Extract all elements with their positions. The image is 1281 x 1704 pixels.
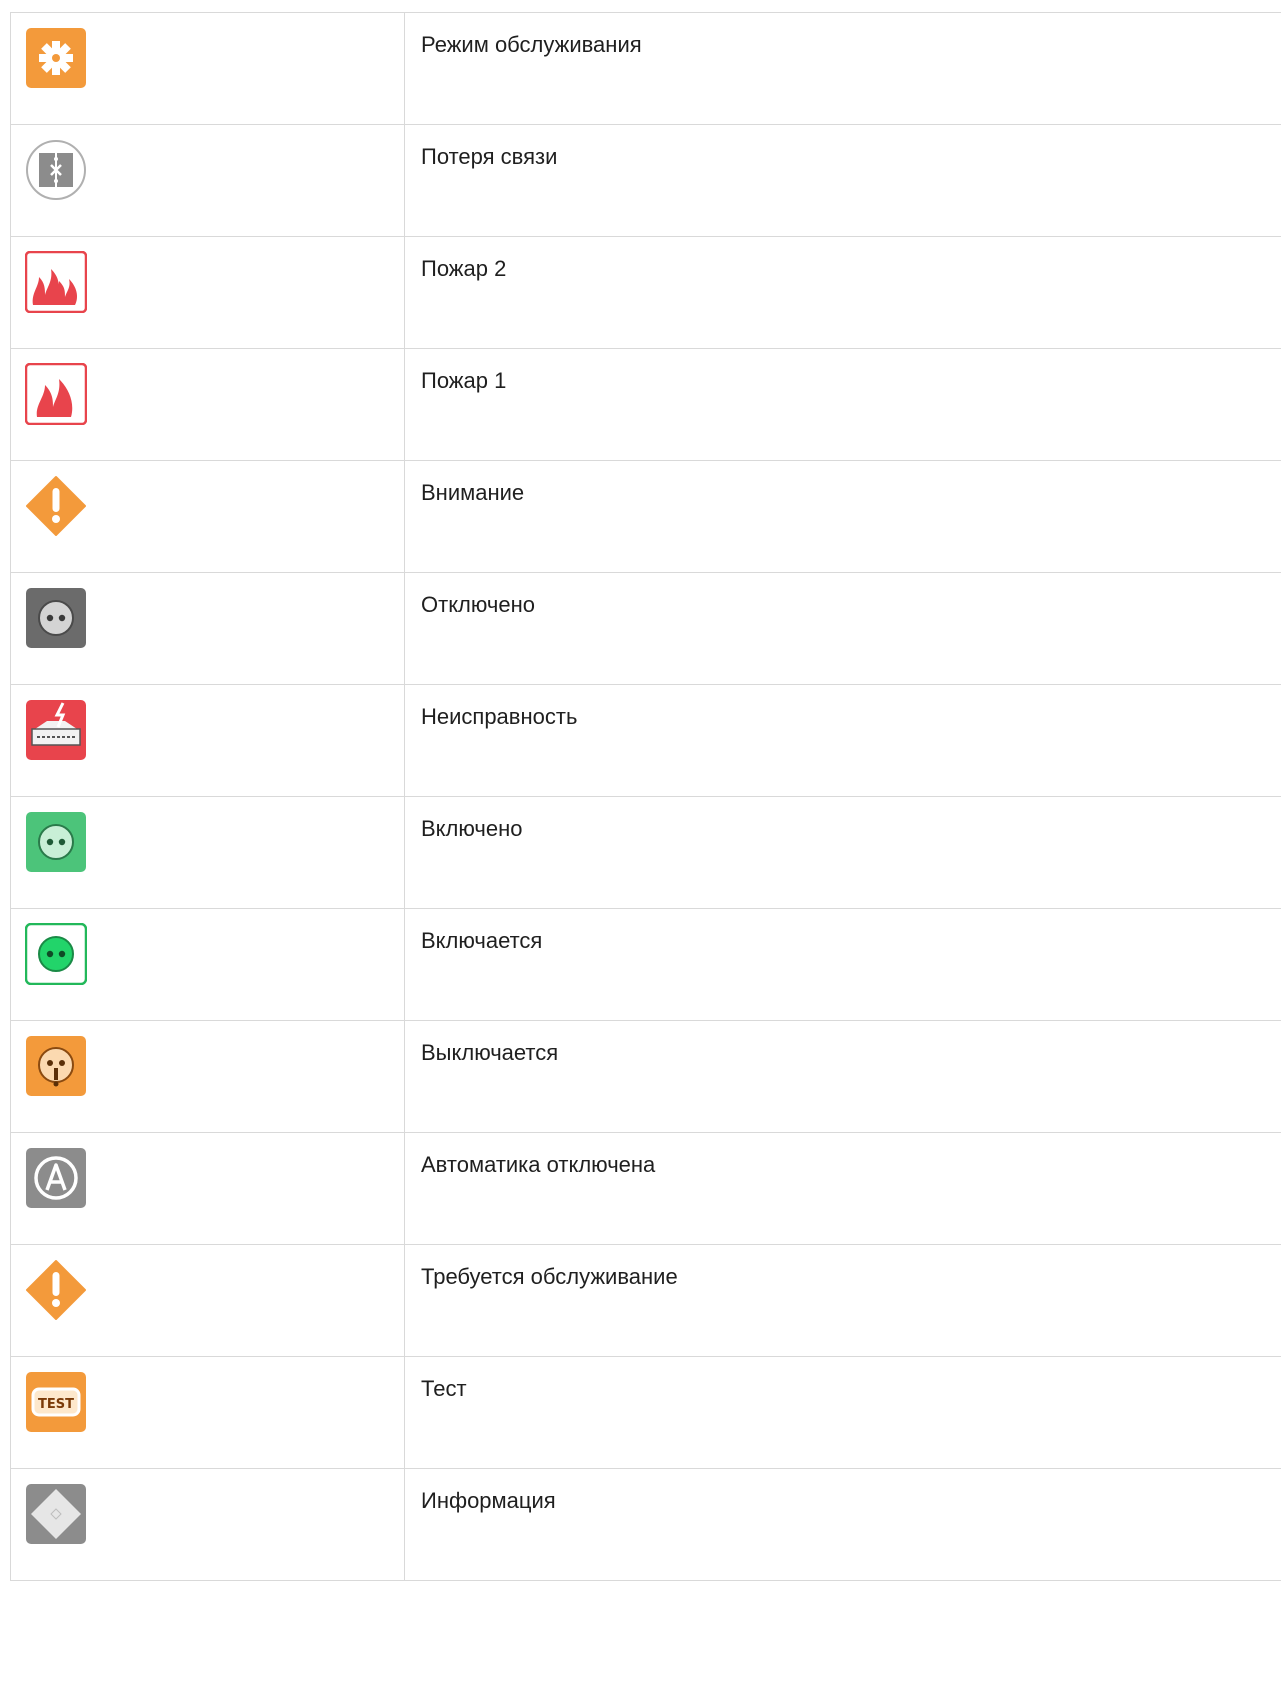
- status-label: Внимание: [421, 480, 525, 505]
- status-label: Отключено: [421, 592, 535, 617]
- icon-cell: [10, 1469, 405, 1580]
- table-row: Автоматика отключена: [10, 1133, 1281, 1245]
- status-label: Включено: [421, 816, 523, 841]
- fire1-icon: [25, 363, 87, 425]
- status-label: Информация: [421, 1488, 556, 1513]
- socket-off-icon: [25, 587, 87, 649]
- warning-diamond-icon: [25, 475, 87, 537]
- icon-cell: [10, 909, 405, 1020]
- icon-cell: [10, 685, 405, 796]
- icon-cell: [10, 237, 405, 348]
- table-row: Внимание: [10, 461, 1281, 573]
- icon-cell: [10, 1021, 405, 1132]
- fire2-icon: [25, 251, 87, 313]
- fault-icon: [25, 699, 87, 761]
- table-row: Пожар 1: [10, 349, 1281, 461]
- status-label: Пожар 2: [421, 256, 507, 281]
- table-row: Неисправность: [10, 685, 1281, 797]
- table-row: Информация: [10, 1469, 1281, 1581]
- test-icon-text: TEST: [38, 1397, 74, 1412]
- table-row: TEST Тест: [10, 1357, 1281, 1469]
- table-row: Выключается: [10, 1021, 1281, 1133]
- table-row: Пожар 2: [10, 237, 1281, 349]
- status-label: Неисправность: [421, 704, 578, 729]
- icon-cell: [10, 797, 405, 908]
- automation-off-icon: [25, 1147, 87, 1209]
- socket-turning-on-icon: [25, 923, 87, 985]
- maintenance-required-icon: [25, 1259, 87, 1321]
- icon-cell: [10, 1245, 405, 1356]
- icon-cell: [10, 573, 405, 684]
- icon-cell: [10, 125, 405, 236]
- connection-lost-icon: [25, 139, 87, 201]
- info-icon: [25, 1483, 87, 1545]
- status-label: Выключается: [421, 1040, 559, 1065]
- icon-cell: [10, 349, 405, 460]
- test-icon: TEST: [25, 1371, 87, 1433]
- gear-icon: [25, 27, 87, 89]
- status-label: Включается: [421, 928, 543, 953]
- status-label: Тест: [421, 1376, 467, 1401]
- status-label: Требуется обслуживание: [421, 1264, 678, 1289]
- socket-on-icon: [25, 811, 87, 873]
- icon-cell: [10, 13, 405, 124]
- icon-cell: TEST: [10, 1357, 405, 1468]
- status-label: Потеря связи: [421, 144, 558, 169]
- table-row: Режим обслуживания: [10, 13, 1281, 125]
- status-label: Пожар 1: [421, 368, 507, 393]
- table-row: Включается: [10, 909, 1281, 1021]
- table-row: Требуется обслуживание: [10, 1245, 1281, 1357]
- status-label: Режим обслуживания: [421, 32, 642, 57]
- status-label: Автоматика отключена: [421, 1152, 656, 1177]
- table-row: Отключено: [10, 573, 1281, 685]
- icon-cell: [10, 1133, 405, 1244]
- socket-turning-off-icon: [25, 1035, 87, 1097]
- status-legend-table: Режим обслуживания Потеря связи Пожар 2 …: [10, 12, 1281, 1581]
- icon-cell: [10, 461, 405, 572]
- table-row: Потеря связи: [10, 125, 1281, 237]
- table-row: Включено: [10, 797, 1281, 909]
